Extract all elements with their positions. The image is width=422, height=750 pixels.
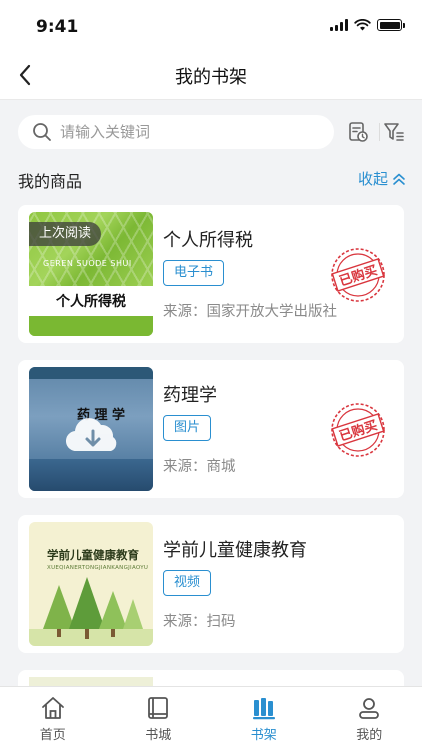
tab-label: 首页: [39, 728, 66, 743]
section-title: 我的商品: [18, 172, 83, 191]
bookshelf-icon: [252, 698, 275, 720]
tab-profile[interactable]: 我的: [317, 687, 422, 750]
book-card[interactable]: GEREN SUODE SHUI 个人所得税 上次阅读 个人所得税 电子书 来源…: [18, 205, 404, 343]
page-title: 我的书架: [175, 67, 247, 88]
collapse-button[interactable]: 收起: [358, 168, 406, 189]
search-row: [18, 115, 408, 149]
tab-bar: 首页 书城 书架 我的: [0, 686, 422, 750]
book-title: 学前儿童健康教育: [163, 540, 307, 561]
battery-icon: [377, 19, 405, 31]
tab-label: 书架: [250, 728, 277, 743]
wifi-icon: [354, 19, 371, 31]
status-time: 9:41: [36, 17, 79, 37]
collapse-label: 收起: [357, 170, 388, 188]
book-type-tag: 电子书: [163, 260, 225, 286]
status-icons: [330, 19, 405, 31]
tab-home[interactable]: 首页: [0, 687, 106, 750]
cloud-download-icon: [65, 418, 117, 452]
book-cover: 学前儿童健康教育 XUEQIANERTONGJIANKANGJIAOYU: [29, 522, 153, 646]
cover-title: 个人所得税: [56, 294, 126, 310]
tab-label: 书城: [145, 728, 172, 743]
cover-pinyin: GEREN SUODE SHUI: [43, 259, 132, 268]
section-header: 我的商品 收起: [18, 168, 406, 192]
book-icon: [148, 697, 169, 719]
home-icon: [41, 697, 64, 719]
cellular-signal-icon: [330, 19, 348, 31]
search-icon: [33, 123, 51, 141]
purchased-stamp: 已购买: [331, 248, 385, 302]
status-bar: 9:41: [0, 0, 422, 50]
toolbar-divider: [379, 123, 380, 141]
book-card[interactable]: 学前儿童健康教育 XUEQIANERTONGJIANKANGJIAOYU 学前儿…: [18, 515, 404, 653]
book-source: 来源：国家开放大学出版社: [163, 304, 337, 320]
book-title: 个人所得税: [163, 230, 253, 251]
book-source: 来源：商城: [163, 459, 236, 475]
search-input[interactable]: [60, 123, 300, 141]
tab-label: 我的: [356, 728, 383, 743]
user-icon: [359, 698, 380, 719]
purchased-stamp: 已购买: [331, 403, 385, 457]
book-cover: GEREN SUODE SHUI 个人所得税 上次阅读: [29, 212, 153, 336]
tab-bookstore[interactable]: 书城: [106, 687, 212, 750]
book-title: 药理学: [163, 385, 217, 406]
nav-bar: 我的书架: [0, 50, 422, 100]
filter-button[interactable]: [382, 120, 406, 144]
tab-bookshelf[interactable]: 书架: [211, 687, 317, 750]
book-cover: 药 理 学: [29, 367, 153, 491]
book-type-tag: 视频: [163, 570, 212, 596]
cover-pinyin: XUEQIANERTONGJIANKANGJIAOYU: [47, 565, 149, 571]
search-box[interactable]: [18, 115, 334, 149]
trees-illustration: [29, 577, 153, 646]
book-source: 来源：扫码: [163, 614, 236, 630]
book-card[interactable]: 药 理 学 药理学 图片 来源：商城 已购买: [18, 360, 404, 498]
double-chevron-up-icon: [393, 173, 405, 185]
reading-history-button[interactable]: [346, 120, 370, 144]
book-type-tag: 图片: [163, 415, 212, 441]
filter-icon: [384, 123, 404, 141]
history-document-icon: [349, 122, 368, 142]
cover-title: 学前儿童健康教育: [47, 548, 139, 562]
last-read-badge: 上次阅读: [29, 222, 102, 246]
